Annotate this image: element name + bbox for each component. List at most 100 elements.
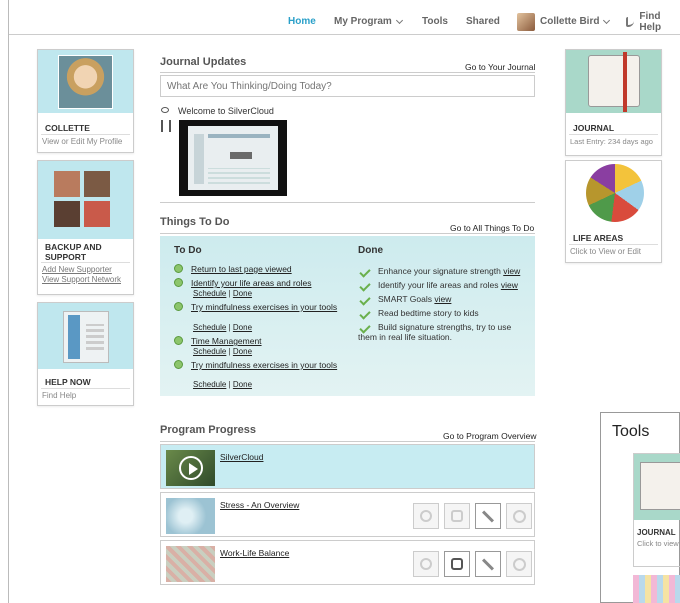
done-link[interactable]: Done bbox=[233, 347, 252, 356]
module-title[interactable]: Stress - An Overview bbox=[220, 500, 299, 510]
todo-actions: Schedule | Done bbox=[193, 380, 252, 389]
comment-icon bbox=[161, 107, 169, 113]
notebook-icon bbox=[640, 462, 680, 510]
view-link[interactable]: view bbox=[434, 294, 451, 304]
nav-home[interactable]: Home bbox=[288, 8, 316, 35]
go-to-things-link[interactable]: Go to All Things To Do bbox=[450, 223, 534, 233]
journal-image-area bbox=[566, 50, 661, 113]
journal-card-title: JOURNAL bbox=[569, 123, 658, 135]
nav-find-help[interactable]: Find Help bbox=[626, 8, 680, 35]
gears-icon bbox=[451, 558, 463, 570]
view-link[interactable]: view bbox=[503, 266, 520, 276]
module-row[interactable]: Work-Life Balance bbox=[160, 540, 535, 585]
go-to-program-link[interactable]: Go to Program Overview bbox=[443, 431, 537, 441]
key-icon bbox=[481, 557, 495, 571]
tools-journal-image bbox=[634, 454, 680, 520]
todo-item-label: Try mindfulness exercises in your tools bbox=[191, 360, 338, 370]
checkmark-icon bbox=[359, 294, 371, 306]
todo-actions: Schedule | Done bbox=[193, 347, 252, 356]
journal-updates-title: Journal Updates bbox=[160, 56, 247, 68]
magnifier-icon bbox=[420, 558, 432, 570]
module-title[interactable]: Work-Life Balance bbox=[220, 548, 289, 558]
checkmark-icon bbox=[359, 266, 371, 278]
done-item: Identify your life areas and roles view bbox=[358, 280, 533, 292]
todo-item[interactable]: Try mindfulness exercises in your tools bbox=[174, 302, 344, 312]
done-item-label: Read bedtime story to kids bbox=[378, 308, 479, 318]
video-thumbnail[interactable] bbox=[179, 120, 287, 196]
separator: | bbox=[228, 323, 231, 332]
todo-item[interactable]: Identify your life areas and roles bbox=[174, 278, 344, 288]
profile-name: COLLETTE bbox=[41, 123, 130, 135]
journal-card[interactable]: JOURNAL Last Entry: 234 days ago bbox=[565, 49, 662, 156]
todo-item[interactable]: Return to last page viewed bbox=[174, 264, 344, 274]
divider bbox=[160, 233, 535, 234]
add-supporter-link[interactable]: Add New Supporter bbox=[42, 265, 129, 275]
done-item-label: Identify your life areas and roles bbox=[378, 280, 499, 290]
todo-panel: To Do Done Return to last page viewed Id… bbox=[160, 236, 535, 396]
nav-my-program[interactable]: My Program bbox=[334, 8, 403, 35]
done-item: SMART Goals view bbox=[358, 294, 533, 306]
todo-item[interactable]: Time Management bbox=[174, 336, 344, 346]
todo-item-label: Identify your life areas and roles bbox=[191, 278, 312, 288]
help-now-card[interactable]: HELP NOW Find Help bbox=[37, 302, 134, 406]
schedule-link[interactable]: Schedule bbox=[193, 289, 226, 298]
done-link[interactable]: Done bbox=[233, 323, 252, 332]
target-icon bbox=[512, 557, 526, 571]
done-item-label: Enhance your signature strength bbox=[378, 266, 501, 276]
activity-icon bbox=[174, 302, 183, 311]
view-network-link[interactable]: View Support Network bbox=[42, 275, 129, 285]
activity-icon bbox=[174, 278, 183, 287]
tools-next-card[interactable] bbox=[633, 575, 680, 603]
chevron-down-icon bbox=[603, 16, 611, 24]
life-areas-chart-area bbox=[566, 161, 661, 226]
activity-tool-button[interactable] bbox=[444, 503, 470, 529]
search-tool-button[interactable] bbox=[413, 551, 439, 577]
done-link[interactable]: Done bbox=[233, 289, 252, 298]
supporter-avatar bbox=[54, 201, 80, 227]
target-tool-button[interactable] bbox=[506, 503, 532, 529]
nav-user-menu[interactable]: Collette Bird bbox=[517, 8, 611, 35]
todo-actions: Schedule | Done bbox=[193, 289, 252, 298]
schedule-link[interactable]: Schedule bbox=[193, 347, 226, 356]
nav-tools[interactable]: Tools bbox=[422, 8, 448, 35]
activity-tool-button[interactable] bbox=[444, 551, 470, 577]
user-avatar bbox=[517, 12, 535, 31]
module-title[interactable]: SilverCloud bbox=[220, 452, 263, 462]
nav-shared[interactable]: Shared bbox=[466, 8, 500, 35]
supporter-avatar bbox=[84, 171, 110, 197]
go-to-journal-link[interactable]: Go to Your Journal bbox=[465, 62, 535, 72]
activity-icon bbox=[174, 336, 183, 345]
target-tool-button[interactable] bbox=[506, 551, 532, 577]
profile-photo-area bbox=[38, 50, 133, 113]
notebook-icon bbox=[588, 52, 640, 112]
done-item: Enhance your signature strength view bbox=[358, 266, 533, 278]
schedule-link[interactable]: Schedule bbox=[193, 380, 226, 389]
module-row[interactable]: SilverCloud bbox=[160, 444, 535, 489]
key-tool-button[interactable] bbox=[475, 503, 501, 529]
done-link[interactable]: Done bbox=[233, 380, 252, 389]
telephone-icon bbox=[63, 311, 109, 363]
done-heading: Done bbox=[358, 245, 383, 256]
profile-photo bbox=[58, 55, 113, 109]
edit-profile-link[interactable]: View or Edit My Profile bbox=[38, 135, 133, 147]
tools-journal-card[interactable]: JOURNAL Click to view bbox=[633, 453, 680, 567]
find-help-link[interactable]: Find Help bbox=[38, 389, 133, 401]
key-tool-button[interactable] bbox=[475, 551, 501, 577]
profile-card[interactable]: COLLETTE View or Edit My Profile bbox=[37, 49, 134, 153]
life-areas-card[interactable]: LIFE AREAS Click to View or Edit bbox=[565, 160, 662, 263]
journal-update-input[interactable] bbox=[160, 75, 535, 97]
gears-icon bbox=[451, 510, 463, 522]
things-to-do-title: Things To Do bbox=[160, 216, 230, 228]
module-row[interactable]: Stress - An Overview bbox=[160, 492, 535, 537]
backup-support-card[interactable]: BACKUP AND SUPPORT Add New Supporter Vie… bbox=[37, 160, 134, 295]
help-photo-area bbox=[38, 303, 133, 369]
view-link[interactable]: view bbox=[501, 280, 518, 290]
journal-post-text: Welcome to SilverCloud bbox=[178, 106, 274, 116]
module-thumbnail bbox=[166, 450, 215, 486]
todo-heading: To Do bbox=[174, 245, 202, 256]
search-tool-button[interactable] bbox=[413, 503, 439, 529]
schedule-link[interactable]: Schedule bbox=[193, 323, 226, 332]
supporters-photo-area bbox=[38, 161, 133, 239]
divider bbox=[160, 72, 535, 73]
todo-item[interactable]: Try mindfulness exercises in your tools bbox=[174, 360, 344, 370]
